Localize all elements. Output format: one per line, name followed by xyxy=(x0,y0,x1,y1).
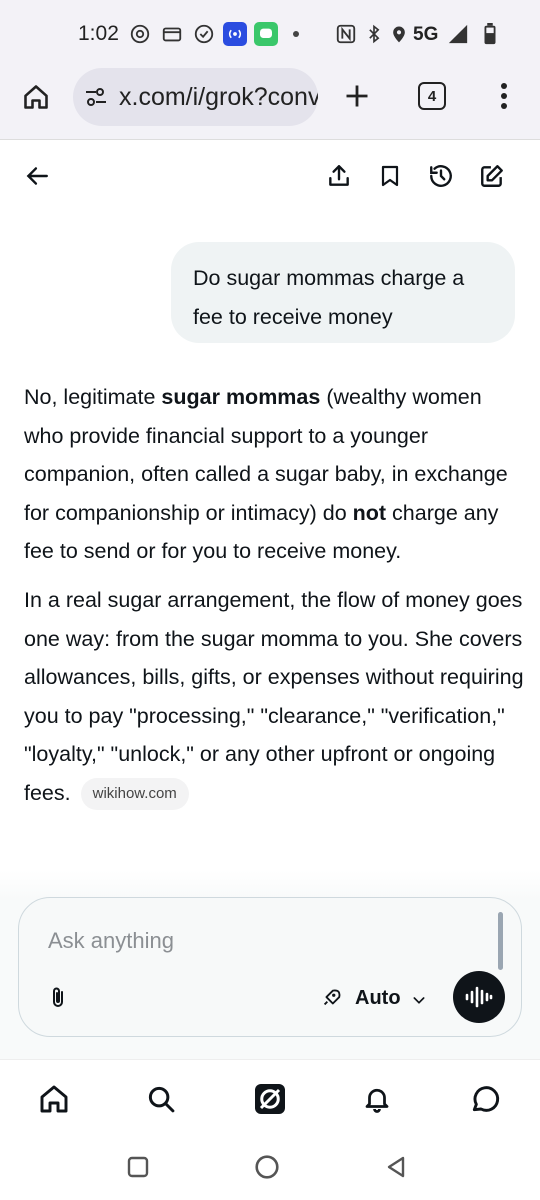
url-text[interactable]: x.com/i/grok?conversation xyxy=(119,83,318,112)
recents-icon[interactable] xyxy=(118,1147,158,1187)
nav-search-icon[interactable] xyxy=(141,1079,181,1119)
tab-switcher-button[interactable]: 4 xyxy=(418,82,446,110)
waveform-icon xyxy=(465,986,493,1008)
mode-selector[interactable]: Auto xyxy=(355,987,401,1010)
answer-paragraph: No, legitimate sugar mommas (wealthy wom… xyxy=(24,378,524,571)
new-tab-icon[interactable] xyxy=(337,76,377,116)
battery-icon xyxy=(478,22,502,46)
answer-text: No, legitimate xyxy=(24,385,162,409)
site-settings-icon[interactable] xyxy=(84,85,108,114)
nav-notifications-icon[interactable] xyxy=(357,1079,397,1119)
bookmark-icon[interactable] xyxy=(370,156,410,196)
signal-icon xyxy=(446,22,470,46)
url-bar[interactable]: x.com/i/grok?conversation xyxy=(73,68,318,126)
system-home-icon[interactable] xyxy=(247,1147,287,1187)
browser-menu-icon[interactable] xyxy=(484,76,524,116)
network-type: 5G xyxy=(413,24,439,45)
voice-mode-button[interactable] xyxy=(453,971,505,1023)
bottom-navigation xyxy=(0,1059,540,1137)
new-chat-icon[interactable] xyxy=(472,156,512,196)
nav-messages-icon[interactable] xyxy=(465,1079,505,1119)
hotspot-icon xyxy=(223,22,247,46)
system-back-icon[interactable] xyxy=(376,1147,416,1187)
answer-paragraph: In a real sugar arrangement, the flow of… xyxy=(24,581,524,813)
chevron-down-icon[interactable] xyxy=(404,980,434,1020)
source-chip[interactable]: wikihow.com xyxy=(80,777,189,810)
history-icon[interactable] xyxy=(421,156,461,196)
back-arrow-icon[interactable] xyxy=(17,156,57,196)
messages-icon xyxy=(254,22,278,46)
composer: Ask anything Auto xyxy=(18,897,522,1037)
answer-bold-text: sugar mommas xyxy=(161,385,321,409)
rocket-icon[interactable] xyxy=(311,978,351,1018)
attach-icon[interactable] xyxy=(38,978,78,1018)
answer-text: In a real sugar arrangement, the flow of… xyxy=(24,587,524,805)
dot-icon xyxy=(284,22,308,46)
browser-toolbar: x.com/i/grok?conversation 4 xyxy=(0,66,540,140)
threads-icon xyxy=(128,22,152,46)
user-message-bubble: Do sugar mommas charge a fee to receive … xyxy=(171,242,515,343)
system-navigation xyxy=(0,1137,540,1200)
ask-input[interactable]: Ask anything xyxy=(48,928,174,954)
bluetooth-icon xyxy=(362,22,386,46)
nav-grok-icon[interactable] xyxy=(250,1079,290,1119)
assistant-answer: No, legitimate sugar mommas (wealthy wom… xyxy=(24,378,524,823)
composer-scrollbar[interactable] xyxy=(498,912,503,970)
status-time: 1:02 xyxy=(78,22,119,45)
nfc-icon xyxy=(334,22,358,46)
wallet-icon xyxy=(160,22,184,46)
check-circle-icon xyxy=(192,22,216,46)
share-icon[interactable] xyxy=(319,156,359,196)
status-bar: 1:02 5G xyxy=(0,0,540,66)
nav-home-icon[interactable] xyxy=(34,1079,74,1119)
answer-bold-text: not xyxy=(352,500,387,525)
home-icon[interactable] xyxy=(16,77,56,117)
location-icon xyxy=(387,22,411,46)
